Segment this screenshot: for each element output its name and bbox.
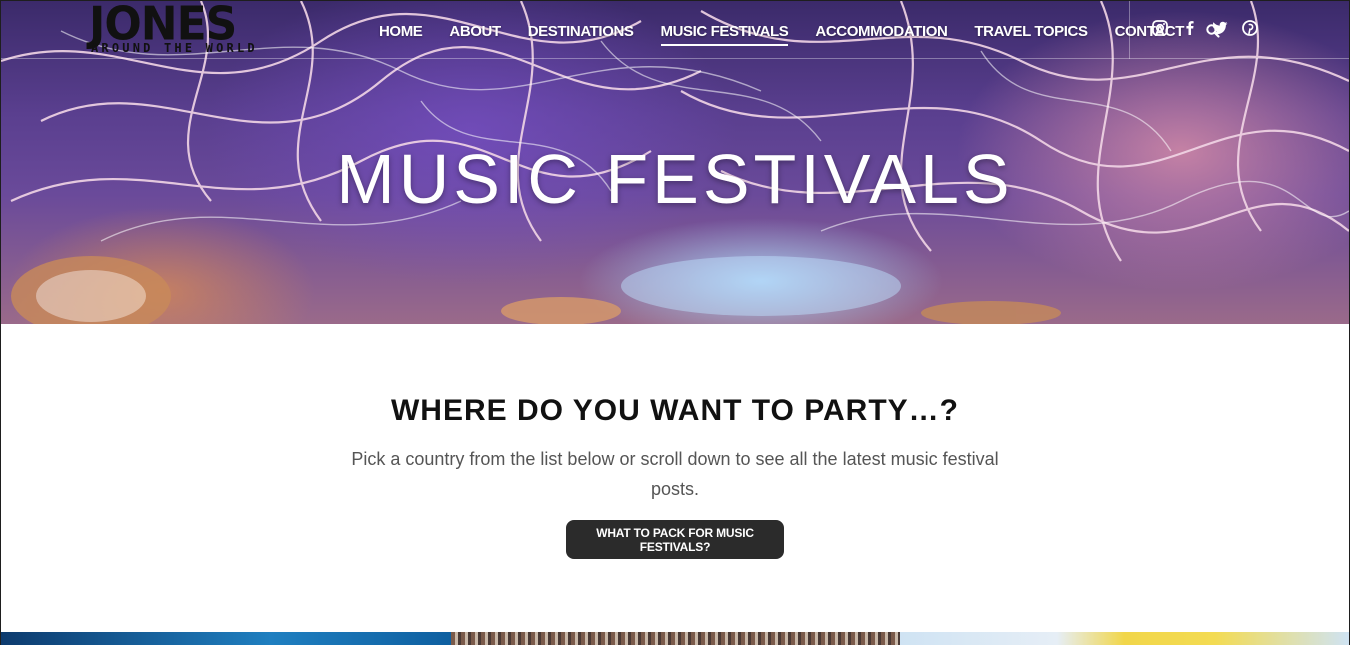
site-logo[interactable]: JONES AROUND THE WORLD xyxy=(89,0,269,57)
intro-description: Pick a country from the list below or sc… xyxy=(351,449,999,499)
festival-thumbnails-strip xyxy=(1,632,1349,645)
nav-item-music-festivals[interactable]: Music Festivals xyxy=(660,23,789,46)
intro-section: WHERE DO YOU WANT TO PARTY…? Pick a coun… xyxy=(1,324,1349,632)
nav-divider xyxy=(1129,1,1130,59)
page-title: MUSIC FESTIVALS xyxy=(336,140,1014,218)
main-nav: Home About Destinations Music Festivals … xyxy=(379,19,1221,46)
instagram-icon[interactable] xyxy=(1151,19,1169,37)
logo-tagline: AROUND THE WORLD xyxy=(91,41,258,55)
social-links xyxy=(1151,19,1271,37)
festival-thumbnail[interactable] xyxy=(451,632,900,645)
pinterest-icon[interactable] xyxy=(1241,19,1259,37)
nav-item-destinations[interactable]: Destinations xyxy=(528,23,634,40)
packing-guide-button[interactable]: What to pack for music festivals? xyxy=(566,520,784,559)
nav-item-accommodation[interactable]: Accommodation xyxy=(815,23,947,40)
top-navigation-bar: JONES AROUND THE WORLD Home About Destin… xyxy=(1,0,1349,59)
facebook-icon[interactable] xyxy=(1181,19,1199,37)
twitter-icon[interactable] xyxy=(1211,19,1229,37)
nav-item-about[interactable]: About xyxy=(449,23,501,40)
nav-item-travel-topics[interactable]: Travel Topics xyxy=(974,23,1088,40)
intro-heading: WHERE DO YOU WANT TO PARTY…? xyxy=(390,394,959,427)
festival-thumbnail[interactable] xyxy=(1,632,451,645)
festival-thumbnail[interactable] xyxy=(900,632,1349,645)
nav-item-home[interactable]: Home xyxy=(379,23,423,40)
